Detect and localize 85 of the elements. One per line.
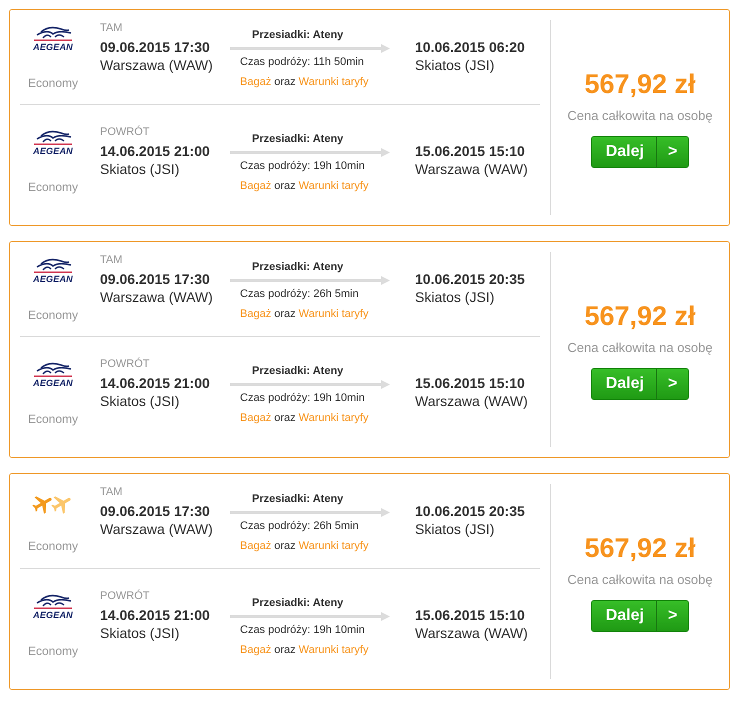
fare-rules-link[interactable]: Warunki taryfy: [298, 411, 368, 425]
cabin-class: Economy: [28, 412, 78, 427]
baggage-link[interactable]: Bagaż: [240, 643, 272, 657]
arrival-datetime: 15.06.2015 15:10: [415, 142, 526, 160]
logo-wordmark: AEGEAN: [33, 42, 73, 52]
stopover-text: Przesiadki: Ateny: [251, 28, 344, 42]
price-text: 567,92 zł: [584, 300, 696, 332]
travel-time-text: Czas podróży: 26h 5min: [239, 287, 360, 301]
departure-datetime: 09.06.2015 17:30: [100, 270, 211, 288]
direction-label: TAM: [100, 253, 124, 267]
logo-wordmark: AEGEAN: [33, 274, 73, 284]
conjunction-text: oraz: [274, 643, 296, 657]
departure-datetime: 14.06.2015 21:00: [100, 142, 211, 160]
baggage-link[interactable]: Bagaż: [240, 75, 272, 89]
cabin-class: Economy: [28, 539, 78, 554]
travel-time-text: Czas podróży: 19h 10min: [239, 391, 366, 405]
fare-rules-link[interactable]: Warunki taryfy: [298, 307, 368, 321]
arrival-airport: Warszawa (WAW): [415, 160, 528, 178]
conjunction-text: oraz: [274, 307, 296, 321]
arrival-airport: Warszawa (WAW): [415, 392, 528, 410]
departure-airport: Warszawa (WAW): [100, 56, 214, 74]
price-note: Cena całkowita na osobę: [567, 340, 713, 356]
conjunction-text: oraz: [274, 179, 296, 193]
fare-rules-link[interactable]: Warunki taryfy: [298, 643, 368, 657]
stopover-text: Przesiadki: Ateny: [251, 596, 344, 610]
bird-logo-icon: [33, 26, 73, 41]
direction-label: POWRÓT: [100, 125, 150, 139]
arrival-datetime: 10.06.2015 20:35: [415, 502, 525, 520]
arrival-airport: Skiatos (JSI): [415, 56, 496, 74]
arrival-datetime: 10.06.2015 06:20: [415, 38, 525, 56]
departure-datetime: 09.06.2015 17:30: [100, 38, 211, 56]
price-text: 567,92 zł: [584, 532, 696, 564]
travel-time-text: Czas podróży: 19h 10min: [239, 159, 366, 173]
travel-time-text: Czas podróży: 11h 50min: [239, 55, 365, 69]
arrival-datetime: 10.06.2015 20:35: [415, 270, 525, 288]
bird-logo-icon: [33, 362, 73, 377]
conjunction-text: oraz: [274, 539, 296, 553]
direction-label: POWRÓT: [100, 357, 150, 371]
arrival-airport: Skiatos (JSI): [415, 520, 496, 538]
baggage-link[interactable]: Bagaż: [240, 539, 272, 553]
departure-datetime: 14.06.2015 21:00: [100, 606, 211, 624]
departure-datetime: 14.06.2015 21:00: [100, 374, 211, 392]
next-button[interactable]: Dalej >: [590, 368, 690, 400]
stopover-text: Przesiadki: Ateny: [251, 364, 344, 378]
bird-logo-icon: [33, 594, 73, 609]
cabin-class: Economy: [28, 644, 78, 659]
stopover-text: Przesiadki: Ateny: [251, 492, 344, 506]
departure-airport: Skiatos (JSI): [100, 160, 180, 178]
price-note: Cena całkowita na osobę: [567, 108, 713, 124]
fare-rules-link[interactable]: Warunki taryfy: [298, 539, 368, 553]
fare-rules-link[interactable]: Warunki taryfy: [298, 75, 368, 89]
departure-airport: Warszawa (WAW): [100, 520, 214, 538]
departure-datetime: 09.06.2015 17:30: [100, 502, 211, 520]
bird-logo-icon: [33, 258, 73, 273]
stopover-text: Przesiadki: Ateny: [251, 132, 344, 146]
cabin-class: Economy: [28, 180, 78, 195]
direction-label: TAM: [100, 485, 124, 499]
cabin-class: Economy: [28, 308, 78, 323]
direction-label: POWRÓT: [100, 589, 150, 603]
baggage-link[interactable]: Bagaż: [240, 411, 272, 425]
departure-airport: Skiatos (JSI): [100, 624, 180, 642]
direction-label: TAM: [100, 21, 124, 35]
logo-wordmark: AEGEAN: [33, 146, 73, 156]
baggage-link[interactable]: Bagaż: [240, 179, 272, 193]
logo-wordmark: AEGEAN: [33, 378, 73, 388]
logo-wordmark: AEGEAN: [33, 610, 73, 620]
price-note: Cena całkowita na osobę: [567, 572, 713, 588]
cabin-class: Economy: [28, 76, 78, 91]
arrival-datetime: 15.06.2015 15:10: [415, 606, 526, 624]
next-button[interactable]: Dalej >: [590, 136, 690, 168]
travel-time-text: Czas podróży: 19h 10min: [239, 623, 366, 637]
arrival-airport: Skiatos (JSI): [415, 288, 496, 306]
travel-time-text: Czas podróży: 26h 5min: [239, 519, 360, 533]
next-button[interactable]: Dalej >: [590, 600, 690, 632]
conjunction-text: oraz: [274, 411, 296, 425]
stopover-text: Przesiadki: Ateny: [251, 260, 344, 274]
fare-rules-link[interactable]: Warunki taryfy: [298, 179, 368, 193]
baggage-link[interactable]: Bagaż: [240, 307, 272, 321]
departure-airport: Warszawa (WAW): [100, 288, 214, 306]
departure-airport: Skiatos (JSI): [100, 392, 180, 410]
arrival-airport: Warszawa (WAW): [415, 624, 528, 642]
bird-logo-icon: [33, 130, 73, 145]
price-text: 567,92 zł: [584, 68, 696, 100]
conjunction-text: oraz: [274, 75, 296, 89]
arrival-datetime: 15.06.2015 15:10: [415, 374, 526, 392]
